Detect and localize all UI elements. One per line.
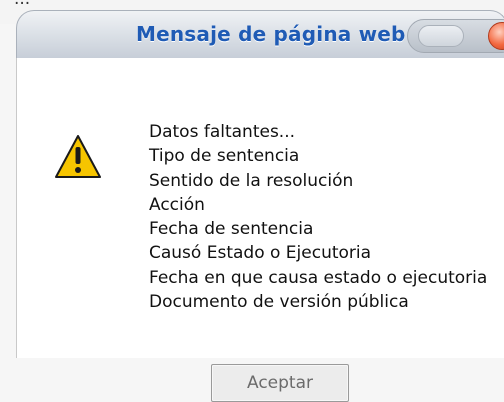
window-controls [407, 19, 504, 53]
message-line: Acción [149, 194, 205, 215]
close-button[interactable] [488, 22, 504, 50]
message-line: Sentido de la resolución [149, 170, 354, 191]
dialog-body: Datos faltantes... Tipo de sentencia Sen… [16, 58, 504, 402]
dialog-titlebar[interactable]: Mensaje de página web [16, 10, 504, 58]
message-line: Fecha en que causa estado o ejecutoria [149, 267, 488, 288]
background-page-text: ... [14, 0, 30, 9]
message-dialog: Mensaje de página web Datos faltantes...… [0, 10, 504, 402]
message-list: Datos faltantes... Tipo de sentencia Sen… [149, 120, 487, 314]
message-line: Datos faltantes... [149, 122, 296, 142]
message-line: Fecha de sentencia [149, 219, 314, 240]
message-line: Causó Estado o Ejecutoria [149, 243, 372, 264]
dialog-title: Mensaje de página web [136, 22, 406, 46]
accept-button[interactable]: Aceptar [211, 364, 349, 402]
message-line: Tipo de sentencia [149, 146, 300, 167]
message-line: Documento de versión pública [149, 292, 409, 313]
warning-icon [55, 135, 101, 178]
minimize-button[interactable] [418, 25, 464, 47]
